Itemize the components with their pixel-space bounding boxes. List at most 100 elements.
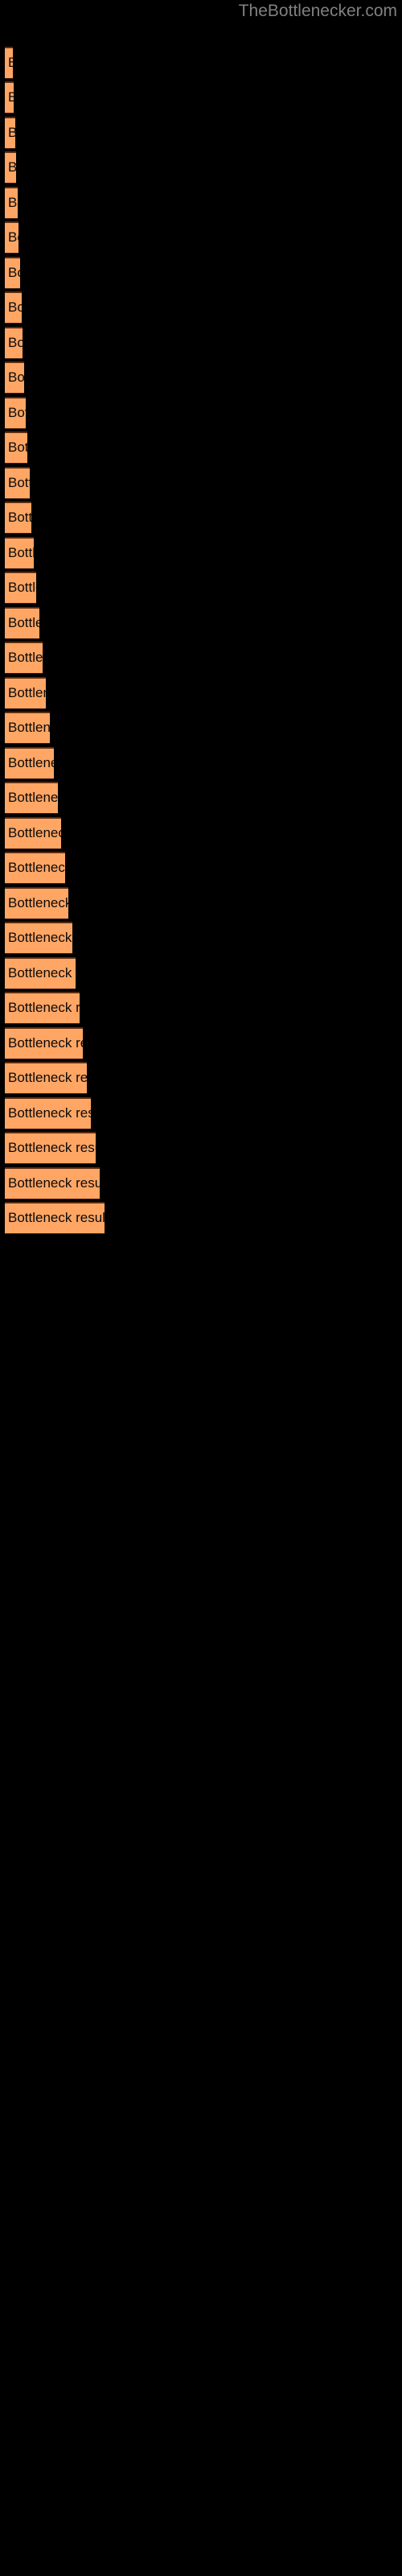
bar-clip: Bottleneck result: [5, 1062, 87, 1094]
bar-clip: Bottleneck result: [5, 361, 24, 394]
bar-row: Bottleneck result: [5, 47, 13, 79]
bar-row: Bottleneck result: [5, 1167, 100, 1199]
bar-label: Bottleneck result: [8, 1035, 83, 1051]
bar-clip: Bottleneck result: [5, 1167, 100, 1199]
bar-row: Bottleneck result: [5, 81, 14, 114]
bar-label: Bottleneck result: [8, 125, 15, 140]
bars-layer: Bottleneck result Bottleneck result Bottle…: [0, 0, 402, 2576]
bar-row: Bottleneck result: [5, 572, 36, 604]
bar-clip: Bottleneck result: [5, 221, 18, 254]
bar-label: Bottleneck result: [8, 790, 58, 805]
bar-label: Bottleneck result: [8, 1175, 100, 1191]
bar-label: Bottleneck result: [8, 195, 18, 210]
bar-row: Bottleneck result: [5, 992, 80, 1024]
bar-label: Bottleneck result: [8, 545, 34, 560]
bar-label: Bottleneck result: [8, 825, 61, 840]
bar-label: Bottleneck result: [8, 475, 30, 490]
bar-clip: Bottleneck result: [5, 747, 54, 779]
bar-row: Bottleneck result: [5, 747, 54, 779]
bar-row: Bottleneck result: [5, 117, 15, 149]
bar-clip: Bottleneck result: [5, 992, 80, 1024]
bar-clip: Bottleneck result: [5, 47, 13, 79]
bar-row: Bottleneck result: [5, 1027, 83, 1059]
bar-row: Bottleneck result: [5, 887, 68, 919]
bar-label: Bottleneck result: [8, 1105, 91, 1121]
bar-row: Bottleneck result: [5, 1202, 105, 1234]
bar-row: Bottleneck result: [5, 291, 22, 324]
bar-clip: Bottleneck result: [5, 1027, 83, 1059]
bar-label: Bottleneck result: [8, 335, 23, 350]
bar-row: Bottleneck result: [5, 361, 24, 394]
bar-clip: Bottleneck result: [5, 782, 58, 814]
bar-clip: Bottleneck result: [5, 852, 65, 884]
bar-row: Bottleneck result: [5, 642, 43, 674]
bar-clip: Bottleneck result: [5, 151, 16, 184]
bar-row: Bottleneck result: [5, 257, 20, 289]
bar-label: Bottleneck result: [8, 930, 72, 945]
bar-label: Bottleneck result: [8, 965, 76, 980]
bar-label: Bottleneck result: [8, 1000, 80, 1015]
bar-label: Bottleneck result: [8, 265, 20, 280]
bar-label: Bottleneck result: [8, 1140, 96, 1155]
bar-clip: Bottleneck result: [5, 1202, 105, 1234]
bottleneck-bar-chart: TheBottlenecker.com Bottleneck resultBot…: [0, 0, 402, 2576]
bar-clip: Bottleneck result: [5, 712, 50, 744]
bar-clip: Bottleneck result: [5, 81, 14, 114]
bar-label: Bottleneck result: [8, 229, 18, 245]
bar-row: Bottleneck result: [5, 852, 65, 884]
bar-label: Bottleneck result: [8, 299, 22, 315]
bar-label: Bottleneck result: [8, 580, 36, 595]
bar-clip: Bottleneck result: [5, 502, 31, 534]
bar-row: Bottleneck result: [5, 151, 16, 184]
bar-row: Bottleneck result: [5, 221, 18, 254]
bar-clip: Bottleneck result: [5, 572, 36, 604]
bar-clip: Bottleneck result: [5, 327, 23, 359]
bar-label: Bottleneck result: [8, 650, 43, 665]
bar-row: Bottleneck result: [5, 187, 18, 219]
bar-label: Bottleneck result: [8, 440, 27, 455]
bar-row: Bottleneck result: [5, 467, 30, 499]
bar-clip: Bottleneck result: [5, 257, 20, 289]
bar-clip: Bottleneck result: [5, 887, 68, 919]
bar-row: Bottleneck result: [5, 817, 61, 849]
bar-row: Bottleneck result: [5, 1062, 87, 1094]
bar-label: Bottleneck result: [8, 159, 16, 175]
bar-row: Bottleneck result: [5, 1097, 91, 1129]
bar-label: Bottleneck result: [8, 615, 39, 630]
bar-label: Bottleneck result: [8, 755, 54, 770]
bar-label: Bottleneck result: [8, 685, 46, 700]
bar-row: Bottleneck result: [5, 957, 76, 989]
bar-row: Bottleneck result: [5, 922, 72, 954]
bar-label: Bottleneck result: [8, 895, 68, 910]
bar-clip: Bottleneck result: [5, 957, 76, 989]
bar-row: Bottleneck result: [5, 677, 46, 709]
bar-clip: Bottleneck result: [5, 291, 22, 324]
bar-label: Bottleneck result: [8, 55, 13, 70]
bar-label: Bottleneck result: [8, 720, 50, 735]
bar-clip: Bottleneck result: [5, 187, 18, 219]
bar-row: Bottleneck result: [5, 607, 39, 639]
bar-clip: Bottleneck result: [5, 467, 30, 499]
bar-row: Bottleneck result: [5, 431, 27, 464]
bar-row: Bottleneck result: [5, 712, 50, 744]
bar-clip: Bottleneck result: [5, 677, 46, 709]
bar-label: Bottleneck result: [8, 1210, 105, 1225]
bar-row: Bottleneck result: [5, 537, 34, 569]
bar-clip: Bottleneck result: [5, 431, 27, 464]
bar-row: Bottleneck result: [5, 502, 31, 534]
bar-label: Bottleneck result: [8, 405, 26, 420]
bar-clip: Bottleneck result: [5, 607, 39, 639]
bar-clip: Bottleneck result: [5, 817, 61, 849]
bar-label: Bottleneck result: [8, 1070, 87, 1085]
bar-clip: Bottleneck result: [5, 642, 43, 674]
bar-label: Bottleneck result: [8, 510, 31, 525]
bar-row: Bottleneck result: [5, 1132, 96, 1164]
bar-clip: Bottleneck result: [5, 537, 34, 569]
bar-label: Bottleneck result: [8, 89, 14, 105]
bar-row: Bottleneck result: [5, 327, 23, 359]
bar-row: Bottleneck result: [5, 782, 58, 814]
bar-row: Bottleneck result: [5, 397, 26, 429]
bar-clip: Bottleneck result: [5, 397, 26, 429]
bar-clip: Bottleneck result: [5, 922, 72, 954]
bar-clip: Bottleneck result: [5, 1097, 91, 1129]
